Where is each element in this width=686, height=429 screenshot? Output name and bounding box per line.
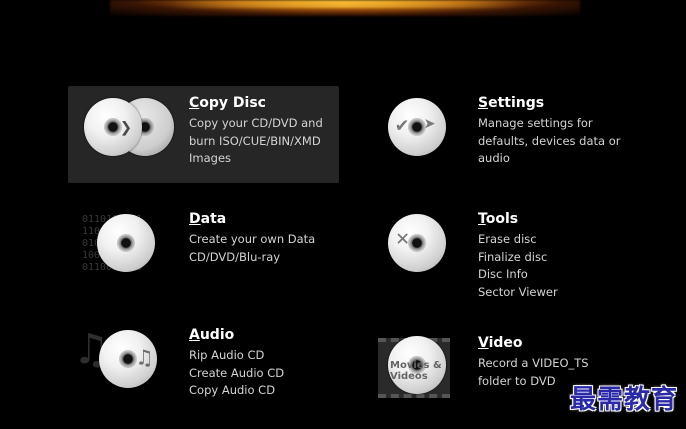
- data-disc-icon: [97, 214, 155, 272]
- disc-icon: [84, 98, 142, 156]
- copy-disc-tile[interactable]: ❯ Copy Disc Copy your CD/DVD and burn IS…: [68, 86, 339, 183]
- audio-description: Rip Audio CD Create Audio CD Copy Audio …: [189, 348, 285, 397]
- data-tile[interactable]: 0110100101 1101001010 0101101001 1001011…: [68, 202, 339, 299]
- copy-arrow-icon: ❯: [120, 115, 133, 139]
- copy-disc-title: Copy Disc: [189, 95, 266, 111]
- wrench-icon: ✕: [396, 226, 410, 251]
- main-menu-page: ❯ Copy Disc Copy your CD/DVD and burn IS…: [0, 0, 686, 429]
- settings-description: Manage settings for defaults, devices da…: [478, 116, 621, 165]
- data-description: Create your own Data CD/DVD/Blu-ray: [189, 232, 316, 264]
- tools-title: Tools: [478, 211, 519, 227]
- copy-disc-description: Copy your CD/DVD and burn ISO/CUE/BIN/XM…: [189, 116, 323, 165]
- tools-description: Erase disc Finalize disc Disc Info Secto…: [478, 232, 558, 299]
- header-banner-glow: [110, 0, 580, 16]
- watermark-text: 最需教育: [569, 385, 678, 415]
- music-note-icon: ♫: [138, 346, 152, 371]
- tools-tile[interactable]: ✕ Tools Erase disc Finalize disc Disc In…: [366, 202, 641, 312]
- audio-title: Audio: [189, 327, 235, 343]
- gear-arrow-icon: ➤: [424, 112, 437, 136]
- audio-tile[interactable]: ♫ ♫ Audio Rip Audio CD Create Audio CD C…: [68, 318, 339, 415]
- video-title: Video: [478, 335, 523, 351]
- movies-videos-label: Movies & Videos: [390, 360, 442, 382]
- settings-tile[interactable]: ✔ ➤ Settings Manage settings for default…: [366, 86, 641, 183]
- settings-title: Settings: [478, 95, 545, 111]
- data-title: Data: [189, 211, 227, 227]
- checkmark-icon: ✔: [396, 112, 409, 136]
